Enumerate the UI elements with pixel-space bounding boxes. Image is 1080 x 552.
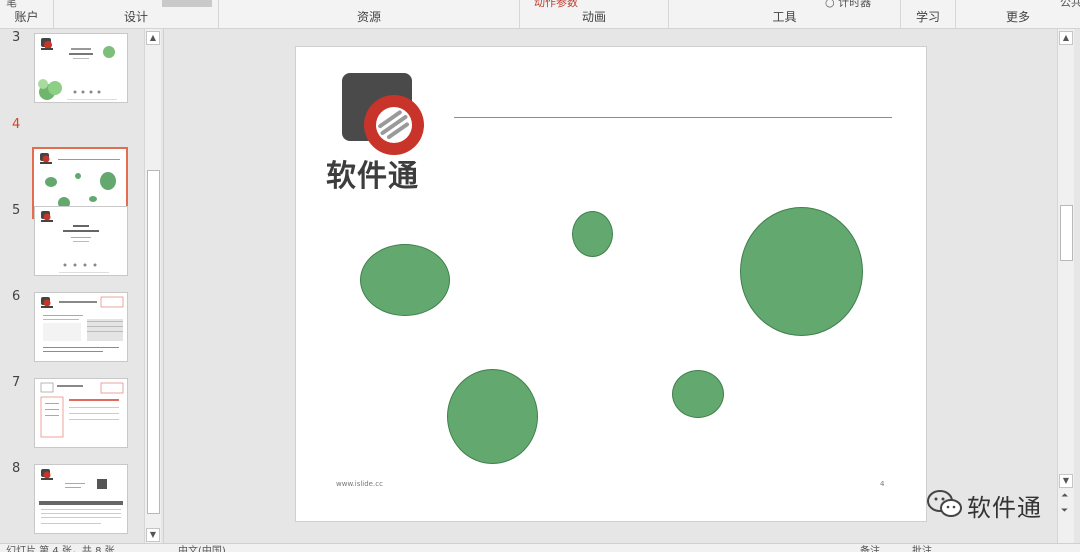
- thumb-number: 7: [12, 375, 21, 390]
- slide-thumbnail-panel: 3 4 5 6 7 8 ▲ ▼: [0, 29, 161, 543]
- group-design[interactable]: 设计: [54, 0, 219, 28]
- logo: 软件通: [326, 73, 436, 194]
- group-learn[interactable]: 学习: [901, 0, 956, 28]
- main-scroll-thumb[interactable]: [1060, 205, 1073, 261]
- next-slide-icon[interactable]: ⏷: [1061, 506, 1068, 516]
- page-number: 4: [880, 480, 885, 488]
- slide-thumbnail-5[interactable]: [34, 206, 128, 276]
- slide-thumbnail-8[interactable]: [34, 464, 128, 534]
- wechat-icon: [927, 490, 962, 517]
- green-ellipse[interactable]: [447, 369, 538, 464]
- thumb-number: 3: [12, 30, 21, 45]
- logo-text: 软件通: [326, 159, 419, 194]
- group-resources[interactable]: 资源: [219, 0, 520, 28]
- group-learn-label: 学习: [915, 10, 940, 24]
- slide-thumbnail-6[interactable]: [34, 292, 128, 362]
- watermark-text: 软件通: [967, 494, 1042, 522]
- thumb-number: 6: [12, 289, 21, 304]
- green-ellipse[interactable]: [572, 211, 613, 257]
- green-ellipse[interactable]: [740, 207, 863, 336]
- group-resources-label: 资源: [356, 10, 381, 24]
- group-more[interactable]: 公共 更多: [956, 0, 1080, 28]
- thumb-number: 5: [12, 203, 21, 218]
- footer-url: www.islide.cc: [336, 480, 383, 488]
- group-more-label: 更多: [1005, 10, 1030, 24]
- thumb-number-active: 4: [12, 117, 21, 132]
- group-design-label: 设计: [123, 10, 148, 24]
- group-account-label: 账户: [14, 10, 39, 24]
- thumbnail-scroll-thumb[interactable]: [147, 170, 160, 514]
- green-ellipse[interactable]: [672, 370, 724, 418]
- green-ellipse[interactable]: [360, 244, 450, 316]
- header-line: [454, 117, 892, 118]
- group-animation[interactable]: 动作参数 动画: [520, 0, 669, 28]
- slide-thumbnail-7[interactable]: [34, 378, 128, 448]
- watermark: 软件通: [926, 487, 1058, 522]
- group-tools-label: 工具: [772, 10, 797, 24]
- group-animation-label: 动画: [581, 10, 606, 24]
- slide-canvas[interactable]: 软件通 www.islide.cc 4: [295, 46, 927, 522]
- group-account[interactable]: 笔 账户: [0, 0, 54, 28]
- group-tools[interactable]: ○ 计时器 工具: [669, 0, 901, 28]
- scroll-down-icon[interactable]: ▼: [146, 528, 160, 542]
- scroll-up-icon[interactable]: ▲: [1059, 31, 1073, 45]
- thumbnail-scrollbar[interactable]: ▲ ▼: [144, 29, 161, 543]
- scroll-up-icon[interactable]: ▲: [146, 31, 160, 45]
- ribbon: 笔 账户 设计 资源 动作参数 动画 ○ 计时器 工具 学习 公共 更多: [0, 0, 1080, 29]
- main-scrollbar[interactable]: ▲ ▼ ⏶ ⏷: [1057, 29, 1074, 543]
- slide-thumbnail-3[interactable]: [34, 33, 128, 103]
- thumb-number: 8: [12, 461, 21, 476]
- prev-slide-icon[interactable]: ⏶: [1061, 491, 1068, 501]
- scroll-down-icon[interactable]: ▼: [1059, 474, 1073, 488]
